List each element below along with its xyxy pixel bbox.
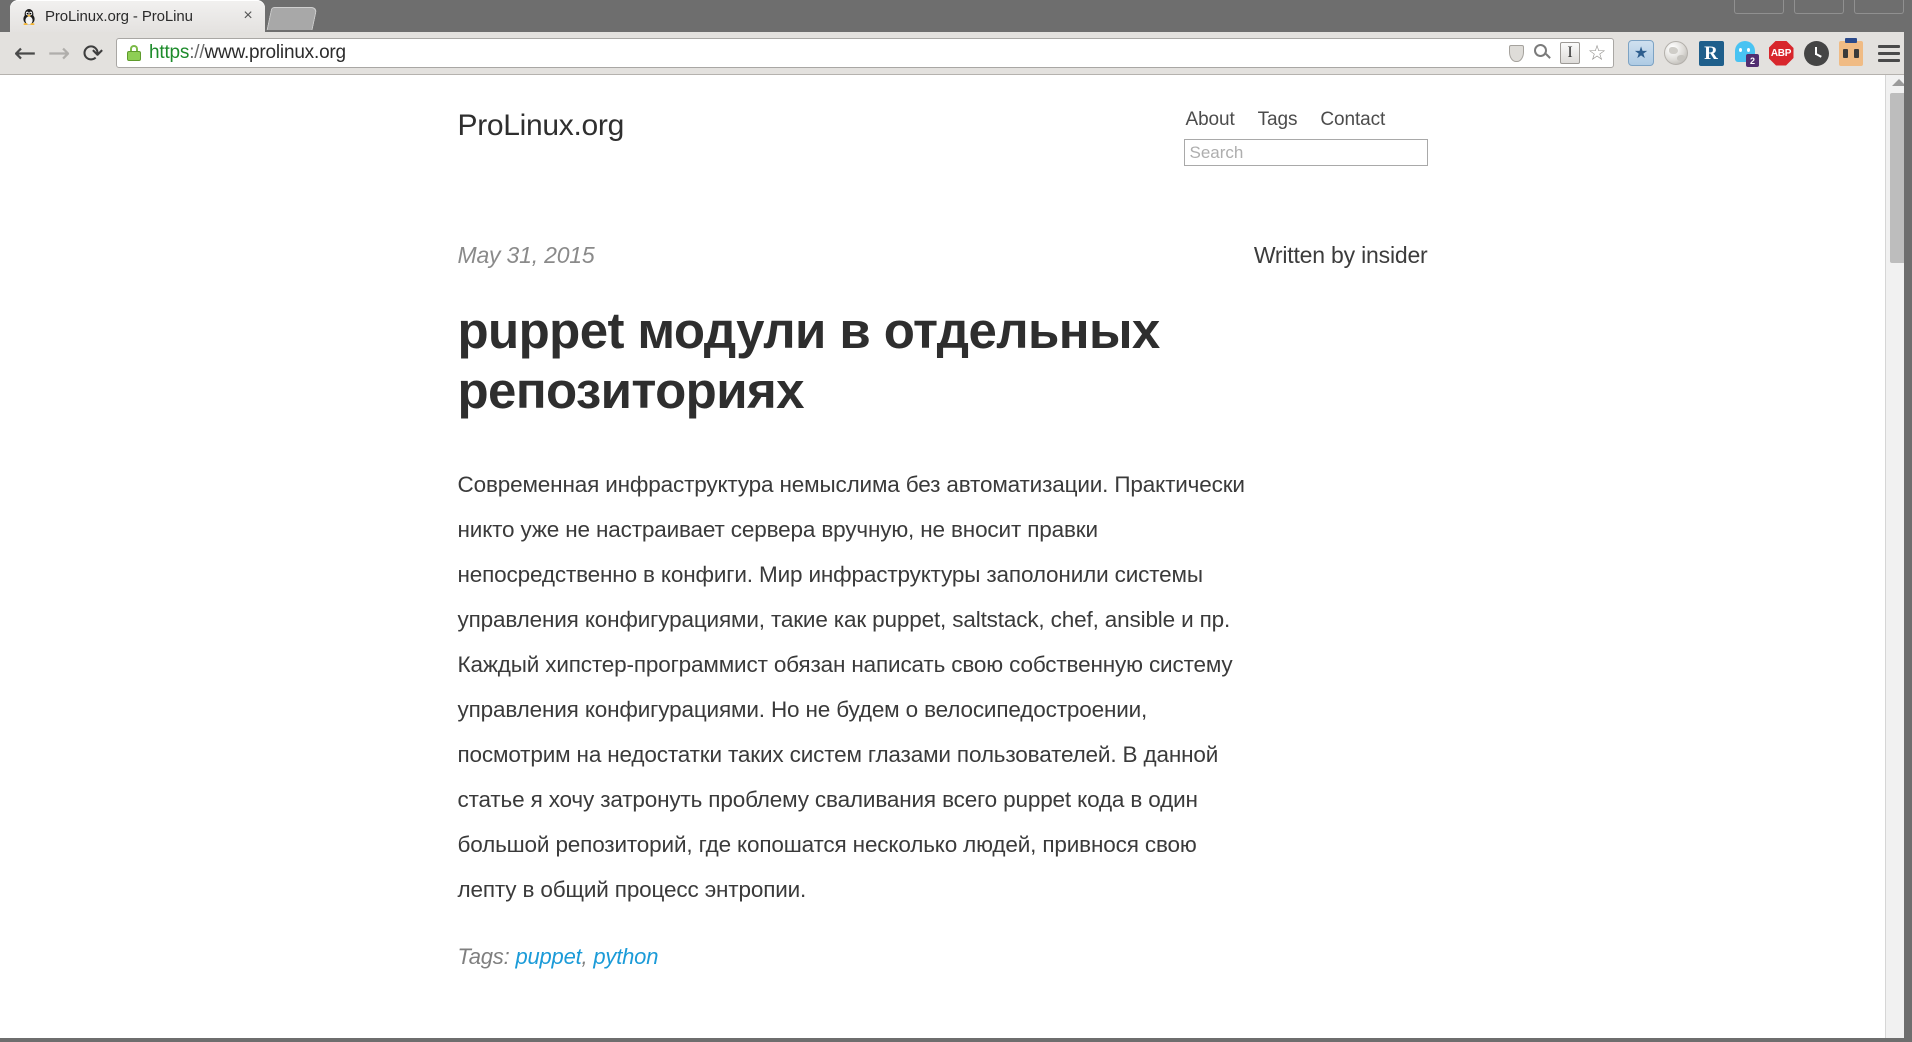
maximize-button[interactable]	[1794, 0, 1844, 14]
tag-link-puppet[interactable]: puppet	[515, 944, 581, 969]
window-controls	[1734, 0, 1904, 14]
window-edge-bottom	[0, 1038, 1912, 1042]
window-edge-right	[1904, 0, 1912, 1042]
browser-toolbar: ← → ⟳ https://www.prolinux.org I ☆ ★ R 2…	[0, 32, 1912, 75]
page-viewport: ProLinux.org About Tags Contact May 31, …	[0, 75, 1912, 1042]
bookmark-star-icon[interactable]: ☆	[1585, 41, 1609, 65]
nav-link-contact[interactable]: Contact	[1320, 109, 1385, 131]
url-text: https://www.prolinux.org	[149, 42, 346, 64]
post-title: puppet модули в отдельных репозиториях	[457, 302, 1161, 419]
forward-button[interactable]: →	[42, 36, 76, 70]
site-title[interactable]: ProLinux.org	[458, 109, 625, 143]
power-outlet-icon[interactable]	[1836, 37, 1866, 68]
search-input[interactable]	[1183, 139, 1428, 166]
shield-icon[interactable]	[1504, 41, 1528, 65]
new-tab-button[interactable]	[266, 7, 318, 30]
readability-icon[interactable]: R	[1696, 38, 1726, 68]
url-separator: ://	[189, 42, 205, 63]
minimize-button[interactable]	[1734, 0, 1784, 14]
url-host: www.prolinux.org	[204, 42, 346, 63]
tab-title: ProLinux.org - ProLinu	[45, 7, 193, 25]
reload-button[interactable]: ⟳	[76, 36, 110, 70]
page-container: ProLinux.org About Tags Contact May 31, …	[458, 75, 1428, 970]
site-header: ProLinux.org About Tags Contact	[458, 99, 1428, 166]
post-author: Written by insider	[1253, 242, 1428, 268]
back-button[interactable]: ←	[8, 36, 42, 70]
reload-icon: ⟳	[82, 38, 104, 68]
close-window-button[interactable]	[1854, 0, 1904, 14]
adblock-plus-icon[interactable]: ABP	[1766, 38, 1796, 68]
web-page: ProLinux.org About Tags Contact May 31, …	[0, 75, 1885, 1042]
lock-icon	[127, 45, 141, 61]
tab-strip: ProLinux.org - ProLinu ×	[0, 0, 1912, 32]
close-icon[interactable]: ×	[239, 8, 257, 24]
tag-link-python[interactable]: python	[593, 944, 658, 969]
address-bar[interactable]: https://www.prolinux.org I ☆	[116, 38, 1614, 68]
ghostery-icon[interactable]: 2	[1731, 38, 1761, 68]
bookmarks-star-icon[interactable]: ★	[1626, 38, 1656, 68]
tags-separator: ,	[581, 944, 588, 970]
site-nav-wrapper: About Tags Contact	[1183, 109, 1428, 166]
clock-icon[interactable]	[1801, 38, 1831, 68]
tux-penguin-icon	[20, 7, 38, 26]
post-meta: May 31, 2015 Written by insider	[458, 242, 1428, 269]
hamburger-menu-icon[interactable]	[1874, 38, 1904, 68]
browser-tab[interactable]: ProLinux.org - ProLinu ×	[10, 0, 265, 32]
site-nav: About Tags Contact	[1184, 109, 1428, 131]
address-bar-icons: I ☆	[1504, 41, 1609, 65]
blog-post: May 31, 2015 Written by insider puppet м…	[458, 242, 1428, 970]
browser-window: ProLinux.org - ProLinu × ← → ⟳ https://w…	[0, 0, 1912, 1042]
zoom-out-icon[interactable]	[1531, 41, 1555, 65]
url-scheme: https	[149, 42, 190, 63]
tags-label: Tags:	[457, 944, 510, 970]
globe-icon[interactable]	[1661, 38, 1691, 68]
extension-toolbar: ★ R 2 ABP	[1626, 37, 1904, 68]
reader-mode-icon[interactable]: I	[1558, 41, 1582, 65]
nav-link-about[interactable]: About	[1186, 109, 1235, 131]
post-date: May 31, 2015	[457, 242, 595, 268]
nav-link-tags[interactable]: Tags	[1258, 109, 1298, 131]
post-body: Современная инфраструктура немыслима без…	[457, 472, 1245, 903]
arrow-right-icon: →	[47, 37, 71, 69]
arrow-left-icon: ←	[13, 37, 37, 69]
post-tags: Tags: puppet, python	[458, 944, 1428, 970]
ghostery-badge: 2	[1746, 54, 1759, 67]
